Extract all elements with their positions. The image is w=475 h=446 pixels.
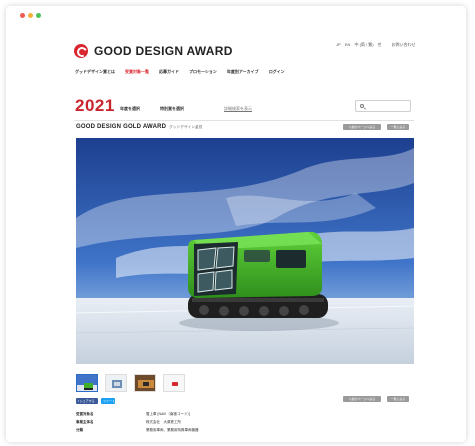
info-table: 受賞対象名 雪上車 [NAVI（南極コード）] 事業主体名 株式会社 大原鉄工所… — [76, 410, 376, 434]
info-label: 事業主体名 — [76, 419, 94, 424]
thumbnail-strip — [76, 374, 185, 392]
maximize-window-dot[interactable] — [36, 13, 41, 18]
main-nav: グッドデザイン賞とは 受賞対象一覧 応募ガイド プロモーション 年度別アーカイブ… — [75, 69, 285, 75]
info-row: 事業主体名 株式会社 大原鉄工所 — [76, 418, 376, 426]
thumbnail-2[interactable] — [105, 374, 127, 392]
nav-login[interactable]: ログイン — [269, 69, 285, 75]
close-window-dot[interactable] — [20, 13, 25, 18]
back-to-list-button-bottom[interactable]: 一覧に戻る — [387, 396, 409, 402]
title-bar — [6, 6, 466, 26]
thumb-vehicle-icon — [77, 375, 97, 391]
back-to-list-button[interactable]: 一覧に戻る — [387, 124, 409, 130]
award-title-text: GOOD DESIGN GOLD AWARD — [76, 124, 167, 130]
social-buttons: f シェアする ツイート — [76, 398, 115, 404]
thumbnail-3[interactable] — [134, 374, 156, 392]
thumb-logo-icon — [164, 375, 184, 391]
lang-en-link[interactable]: EN — [345, 42, 351, 47]
language-links: JP EN 中 (简 / 繁) 한 お問い合わせ — [336, 42, 419, 48]
nav-archive[interactable]: 年度別アーカイブ — [227, 69, 259, 75]
award-subtitle: グッドデザイン金賞 — [169, 125, 203, 129]
info-value: 株式会社 大原鉄工所 — [146, 419, 181, 424]
prev-page-button[interactable]: ＜前のページへ戻る — [343, 124, 381, 130]
nav-about[interactable]: グッドデザイン賞とは — [75, 69, 115, 75]
divider — [74, 120, 414, 121]
info-label: 受賞対象名 — [76, 411, 94, 416]
info-row: 受賞対象名 雪上車 [NAVI（南極コード）] — [76, 410, 376, 418]
award-header: GOOD DESIGN GOLD AWARD グッドデザイン金賞 ＜前のページへ戻… — [76, 124, 416, 134]
thumbnail-4[interactable] — [163, 374, 185, 392]
site-logo[interactable]: GOOD DESIGN AWARD — [74, 44, 233, 58]
minimize-window-dot[interactable] — [28, 13, 33, 18]
info-value: 雪上車 [NAVI（南極コード）] — [146, 411, 191, 416]
page-content: GOOD DESIGN AWARD JP EN 中 (简 / 繁) 한 お問い合… — [6, 26, 466, 442]
lang-zh-link[interactable]: 中 (简 / 繁) — [354, 42, 373, 47]
thumb-exterior-icon — [135, 375, 155, 391]
info-value: 業務用車両、業務用特殊車両機器 — [146, 427, 199, 432]
prev-page-button-bottom[interactable]: ＜前のページへ戻る — [343, 396, 381, 402]
snow-vehicle-photo — [76, 138, 414, 364]
nav-winners[interactable]: 受賞対象一覧 — [125, 69, 149, 75]
nav-promotion[interactable]: プロモーション — [189, 69, 217, 75]
detail-search-link[interactable]: 詳細検索を表示 — [224, 106, 252, 112]
search-icon — [360, 104, 364, 108]
thumbnail-1[interactable] — [76, 374, 98, 392]
hero-image — [76, 138, 414, 364]
g-mark-icon — [74, 44, 88, 58]
browser-window: GOOD DESIGN AWARD JP EN 中 (简 / 繁) 한 お問い合… — [6, 6, 466, 442]
thumb-interior-icon — [106, 375, 126, 391]
lang-ko-link[interactable]: 한 — [378, 42, 382, 47]
lang-jp-link[interactable]: JP — [336, 42, 341, 47]
info-row: 分類 業務用車両、業務用特殊車両機器 — [76, 426, 376, 434]
facebook-share-button[interactable]: f シェアする — [76, 398, 98, 404]
contact-link[interactable]: お問い合わせ — [392, 42, 416, 47]
twitter-share-button[interactable]: ツイート — [101, 398, 115, 404]
search-input[interactable] — [355, 100, 411, 112]
filter-bar: 2021 年度を選択 特別賞を選択 詳細検索を表示 — [74, 96, 414, 118]
nav-entry-guide[interactable]: 応募ガイド — [159, 69, 179, 75]
year-select[interactable]: 年度を選択 — [120, 106, 140, 112]
info-label: 分類 — [76, 427, 83, 432]
brand-name: GOOD DESIGN AWARD — [94, 44, 233, 58]
award-title: GOOD DESIGN GOLD AWARD グッドデザイン金賞 — [76, 124, 203, 130]
year-heading: 2021 — [75, 96, 115, 115]
award-select[interactable]: 特別賞を選択 — [160, 106, 184, 112]
